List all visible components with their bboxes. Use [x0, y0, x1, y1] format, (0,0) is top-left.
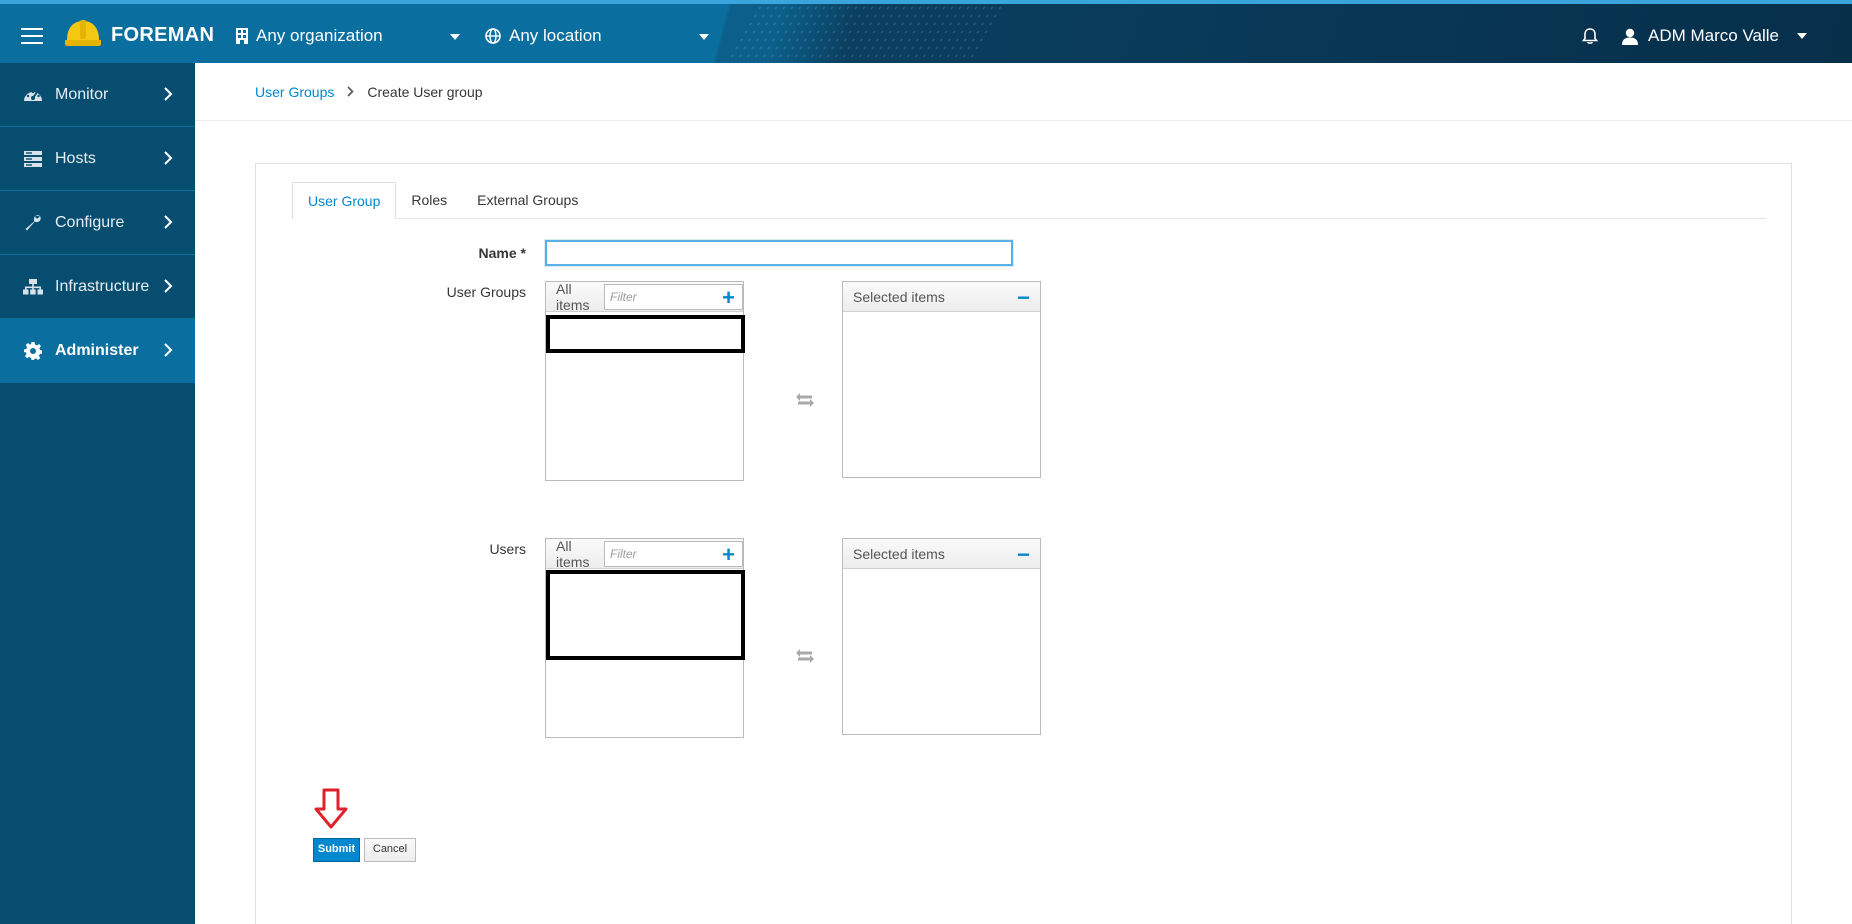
tab-external-groups[interactable]: External Groups	[462, 182, 593, 219]
all-items-header: All items +	[546, 280, 743, 313]
wrench-icon	[22, 214, 44, 232]
chevron-right-icon	[164, 279, 173, 293]
sidebar-item-infrastructure[interactable]: Infrastructure	[0, 255, 195, 319]
all-items-label: All items	[556, 280, 590, 313]
chevron-down-icon	[699, 34, 709, 40]
chevron-right-icon	[347, 86, 354, 97]
red-down-arrow-icon	[314, 788, 348, 829]
brand-name[interactable]: FOREMAN	[111, 24, 214, 47]
breadcrumb-link-user-groups[interactable]: User Groups	[255, 84, 334, 100]
sidebar-item-label: Infrastructure	[55, 277, 150, 295]
server-icon	[22, 150, 44, 167]
user-menu[interactable]: ADM Marco Valle	[1622, 26, 1807, 46]
chevron-down-icon	[450, 34, 460, 40]
name-input[interactable]	[545, 240, 1013, 266]
remove-all-minus-icon[interactable]: −	[1017, 542, 1030, 568]
submit-button[interactable]: Submit	[313, 838, 360, 862]
remove-all-minus-icon[interactable]: −	[1017, 285, 1030, 311]
chevron-right-icon	[164, 87, 173, 101]
users-all-items-list[interactable]: All items +	[545, 537, 745, 738]
bell-icon[interactable]	[1582, 27, 1598, 45]
cancel-button[interactable]: Cancel	[364, 838, 416, 862]
chevron-right-icon	[164, 151, 173, 165]
sidebar-item-label: Monitor	[55, 85, 109, 103]
users-highlighted-area	[546, 570, 745, 660]
network-icon	[22, 278, 44, 295]
user-icon	[1622, 28, 1638, 45]
users-selected-items-list[interactable]: Selected items −	[842, 538, 1041, 735]
tab-user-group[interactable]: User Group	[292, 182, 397, 219]
all-items-header: All items +	[546, 537, 743, 570]
sidebar-item-administer[interactable]: Administer	[0, 319, 195, 383]
chevron-right-icon	[164, 215, 173, 229]
breadcrumb: User Groups Create User group	[195, 63, 1852, 121]
swap-arrows-icon	[796, 649, 814, 663]
user-group-form-panel: User Group Roles External Groups Name * …	[255, 163, 1792, 924]
add-all-plus-icon[interactable]: +	[722, 285, 735, 311]
all-items-label: All items	[556, 537, 590, 570]
sidebar: Monitor Hosts Configure Infrastructure A…	[0, 63, 195, 924]
gear-icon	[22, 341, 44, 360]
user-groups-label: User Groups	[446, 284, 526, 300]
sidebar-item-label: Configure	[55, 213, 125, 231]
globe-icon	[485, 28, 501, 44]
sidebar-item-configure[interactable]: Configure	[0, 191, 195, 255]
user-groups-all-items-list[interactable]: All items +	[545, 280, 745, 481]
selected-items-label: Selected items	[853, 288, 945, 305]
form-tabs: User Group Roles External Groups	[292, 182, 1766, 219]
sidebar-item-label: Administer	[55, 341, 139, 359]
sidebar-item-hosts[interactable]: Hosts	[0, 127, 195, 191]
top-navbar: FOREMAN Any organization Any location AD…	[0, 0, 1852, 63]
tab-roles[interactable]: Roles	[396, 182, 462, 219]
hamburger-menu-icon[interactable]	[21, 28, 43, 44]
location-switcher[interactable]: Any location	[485, 26, 709, 46]
foreman-helmet-logo	[65, 20, 101, 46]
chevron-down-icon	[1797, 33, 1807, 39]
users-label: Users	[489, 541, 526, 557]
name-label: Name *	[478, 245, 526, 261]
main-content: User Groups Create User group User Group…	[195, 63, 1852, 924]
navbar-pattern	[721, 4, 1009, 63]
sidebar-item-monitor[interactable]: Monitor	[0, 63, 195, 127]
dashboard-icon	[22, 87, 44, 103]
user-name: ADM Marco Valle	[1648, 26, 1779, 45]
location-label: Any location	[509, 26, 602, 45]
selected-items-header: Selected items −	[843, 282, 1040, 312]
breadcrumb-current: Create User group	[367, 83, 483, 100]
sidebar-item-label: Hosts	[55, 149, 96, 167]
add-all-plus-icon[interactable]: +	[722, 542, 735, 568]
swap-arrows-icon	[796, 393, 814, 407]
selected-items-header: Selected items −	[843, 539, 1040, 569]
user-groups-selected-items-list[interactable]: Selected items −	[842, 281, 1041, 478]
organization-switcher[interactable]: Any organization	[236, 26, 460, 46]
building-icon	[236, 28, 248, 44]
organization-label: Any organization	[256, 26, 383, 45]
user-groups-highlighted-area	[546, 315, 745, 353]
selected-items-label: Selected items	[853, 545, 945, 562]
chevron-right-icon	[164, 343, 173, 357]
